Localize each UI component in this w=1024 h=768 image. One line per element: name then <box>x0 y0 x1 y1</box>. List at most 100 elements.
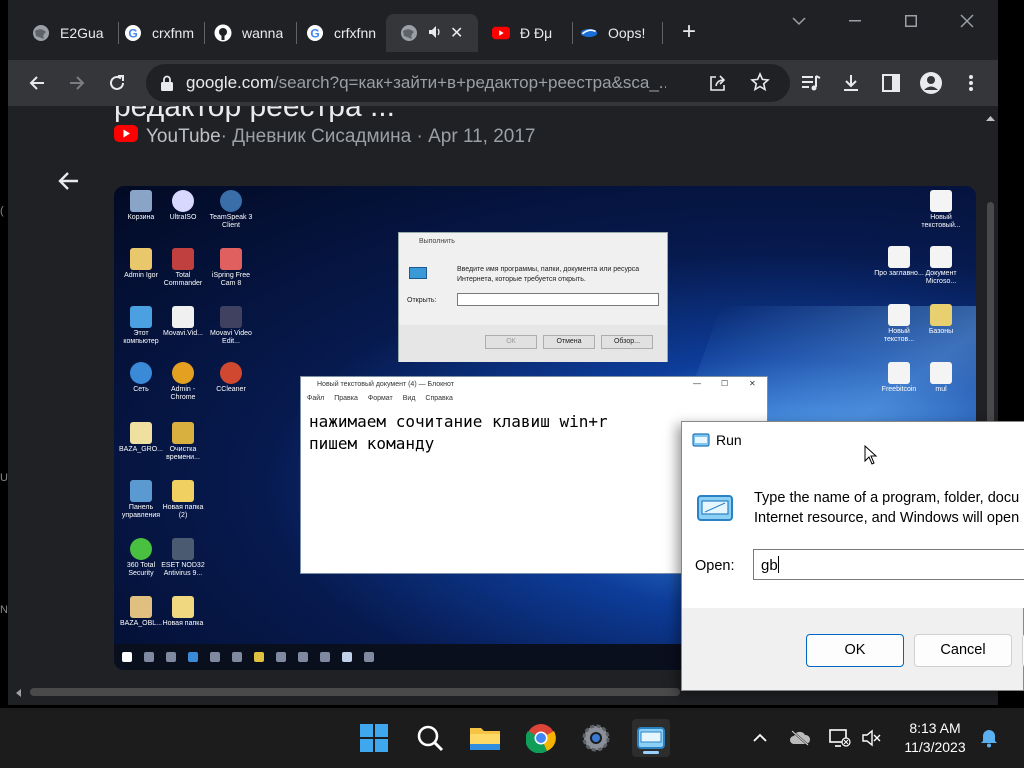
profile-avatar-icon[interactable] <box>916 68 946 98</box>
back-arrow-icon[interactable] <box>56 168 82 194</box>
tab-label: crxfnm <box>152 25 194 41</box>
start-icon <box>122 652 132 662</box>
desktop-icon: Базоны <box>916 304 966 336</box>
google-icon: G <box>124 24 142 42</box>
maximize-icon: ☐ <box>721 379 729 388</box>
side-panel-icon[interactable] <box>876 68 906 98</box>
menu-kebab-icon[interactable] <box>956 68 986 98</box>
tab-wanna[interactable]: wanna <box>200 14 292 52</box>
notification-bell-icon[interactable] <box>978 727 1000 749</box>
tab-e2gua[interactable]: E2Gua <box>18 14 114 52</box>
close-window-button[interactable] <box>944 8 990 34</box>
close-icon: ✕ <box>749 379 756 388</box>
media-control-icon[interactable] <box>796 68 826 98</box>
tab-strip: E2Gua G crxfnm wanna G crfxfnn ✕ Đ Đμ Oo… <box>8 0 998 60</box>
bookmark-star-icon[interactable] <box>750 72 770 97</box>
cloud-offline-icon[interactable] <box>789 727 811 749</box>
result-source: YouTube · Дневник Сисадмина · Apr 11, 20… <box>114 125 536 148</box>
svg-text:G: G <box>128 27 137 41</box>
app-icon <box>580 24 598 42</box>
share-icon[interactable] <box>708 73 728 98</box>
tab-oops[interactable]: Oops! <box>566 14 662 52</box>
windows-taskbar: 8:13 AM 11/3/2023 <box>0 708 1024 768</box>
desktop-icon: Movavi.Vid... <box>158 306 208 338</box>
run-icon <box>692 433 710 452</box>
desktop-icon: Очистка времени... <box>158 422 208 462</box>
embedded-run-browse: Обзор... <box>601 335 653 349</box>
new-tab-button[interactable]: + <box>676 20 702 46</box>
github-icon <box>214 24 232 42</box>
desktop-icon: iSpring Free Cam 8 <box>206 248 256 288</box>
tab-search-button[interactable] <box>776 8 822 34</box>
youtube-icon <box>114 125 138 148</box>
run-body: Type the name of a program, folder, docu… <box>682 460 1024 608</box>
address-bar[interactable]: google.com/search?q=как+зайти+в+редактор… <box>146 64 790 102</box>
tab-label: wanna <box>242 25 284 41</box>
tab-label: Oops! <box>608 25 646 41</box>
system-clock[interactable]: 8:13 AM 11/3/2023 <box>893 719 977 757</box>
windows-start-icon[interactable] <box>355 719 393 757</box>
open-input[interactable]: gb <box>753 549 1024 580</box>
scrollbar-thumb[interactable] <box>30 688 680 696</box>
lock-icon[interactable] <box>160 75 174 96</box>
run-icon <box>409 267 427 279</box>
close-tab-icon[interactable]: ✕ <box>450 23 463 43</box>
maximize-button[interactable] <box>888 8 934 34</box>
file-explorer-icon[interactable] <box>466 719 504 757</box>
app-icon <box>320 652 330 662</box>
minimize-button[interactable] <box>832 8 878 34</box>
show-hidden-icons-chevron-icon[interactable] <box>749 727 771 749</box>
search-icon <box>144 652 154 662</box>
desktop-icon: Новый текстовый... <box>916 190 966 230</box>
tab-crfxfnn[interactable]: G crfxfnn <box>292 14 384 52</box>
clock-time: 8:13 AM <box>909 720 961 736</box>
desktop-icon: Новая папка (2) <box>158 480 208 520</box>
tab-label: Đ Đμ <box>520 25 553 41</box>
tab-youtube[interactable]: Đ Đμ <box>478 14 572 52</box>
embedded-run-title: Выполнить <box>419 238 455 245</box>
mouse-cursor-icon <box>864 444 878 470</box>
back-button[interactable] <box>22 68 52 98</box>
clock-date: 11/3/2023 <box>904 739 966 755</box>
tab-active-audio[interactable]: ✕ <box>386 14 478 52</box>
forward-button[interactable] <box>62 68 92 98</box>
active-indicator <box>643 751 659 754</box>
download-icon[interactable] <box>836 68 866 98</box>
desktop-icon: UltraISO <box>158 190 208 222</box>
minimize-icon: — <box>693 379 701 388</box>
embedded-run-cancel: Отмена <box>543 335 595 349</box>
edge-fragment: U <box>0 472 8 484</box>
notepad-menu: Файл Правка Формат Вид Справка <box>307 395 453 402</box>
embedded-run-ok: ОК <box>485 335 537 349</box>
run-program-icon <box>697 494 735 527</box>
open-label: Open: <box>695 558 735 574</box>
run-title: Run <box>716 432 742 448</box>
tab-label: E2Gua <box>60 25 104 41</box>
app-icon <box>232 652 242 662</box>
chrome-icon[interactable] <box>522 719 560 757</box>
network-ethernet-icon[interactable] <box>829 727 851 749</box>
speaker-icon[interactable] <box>428 25 442 42</box>
text-caret <box>777 556 779 573</box>
svg-text:G: G <box>310 27 319 41</box>
desktop-icon: Новая папка <box>158 596 208 628</box>
run-app-icon[interactable] <box>632 719 670 757</box>
embedded-run-desc: Введите имя программы, папки, документа … <box>457 266 640 283</box>
source-meta: · Дневник Сисадмина · Apr 11, 2017 <box>220 125 536 147</box>
youtube-icon <box>492 24 510 42</box>
ok-button[interactable]: OK <box>806 634 904 667</box>
notepad-text: нажимаем сочитание клавиш win+r пишем ко… <box>309 412 608 453</box>
search-icon[interactable] <box>411 719 449 757</box>
browser-toolbar: google.com/search?q=как+зайти+в+редактор… <box>8 60 998 106</box>
reload-button[interactable] <box>102 68 132 98</box>
app-icon <box>364 652 374 662</box>
app-icon <box>254 652 264 662</box>
cancel-button[interactable]: Cancel <box>914 634 1012 667</box>
tab-crxfnm[interactable]: G crxfnm <box>110 14 202 52</box>
desktop-icon: Admin - Chrome <box>158 362 208 402</box>
volume-muted-icon[interactable] <box>861 727 883 749</box>
settings-icon[interactable] <box>577 719 615 757</box>
desktop-icon: Movavi Video Edit... <box>206 306 256 346</box>
desktop-icon: CCleaner <box>206 362 256 394</box>
result-title[interactable]: редактор реестра ... <box>114 106 395 124</box>
